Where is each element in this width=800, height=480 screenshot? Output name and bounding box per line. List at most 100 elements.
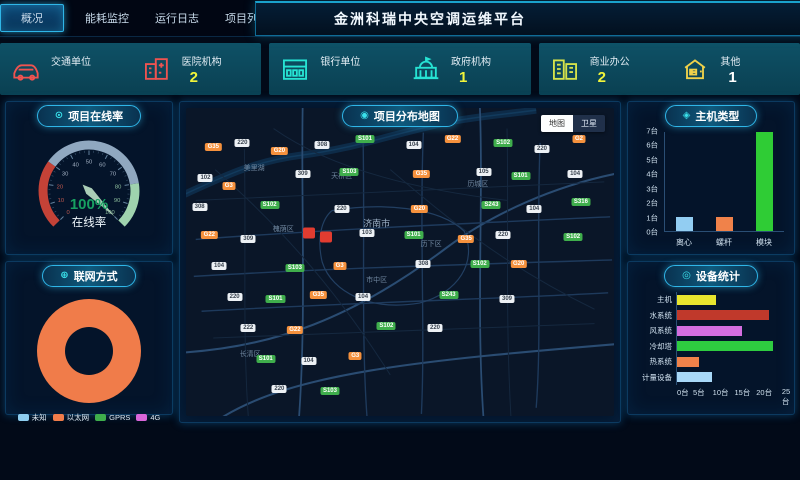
- stat-value: 2: [590, 69, 630, 86]
- nav-tab-1[interactable]: 能耗监控: [72, 0, 142, 36]
- map-marker[interactable]: G22: [444, 135, 460, 143]
- map-marker[interactable]: 104: [212, 262, 227, 270]
- stat-value: [320, 69, 360, 85]
- top-nav: 概况能耗监控运行日志项目列表视频监控 金洲科瑞中央空调运维平台: [0, 0, 800, 37]
- map-marker[interactable]: 104: [406, 141, 421, 149]
- bar-主机: [677, 295, 716, 305]
- map-marker[interactable]: G22: [287, 326, 303, 334]
- legend-label: 未知: [32, 412, 47, 423]
- svg-text:40: 40: [72, 163, 78, 169]
- map-marker[interactable]: 104: [301, 357, 316, 365]
- map-marker[interactable]: G35: [413, 170, 429, 178]
- map-marker[interactable]: G35: [205, 143, 221, 151]
- map-marker[interactable]: 104: [356, 293, 371, 301]
- map-marker[interactable]: G35: [458, 235, 474, 243]
- map-marker[interactable]: S103: [285, 264, 304, 272]
- map-marker[interactable]: 104: [527, 205, 542, 213]
- legend-item[interactable]: 未知: [18, 412, 47, 423]
- svg-text:20: 20: [57, 184, 63, 190]
- stat-item[interactable]: 医院机构2: [131, 43, 262, 95]
- map-marker[interactable]: 105: [476, 168, 491, 176]
- map-marker[interactable]: G20: [511, 260, 527, 268]
- stat-item[interactable]: 银行单位: [269, 43, 400, 95]
- map-marker[interactable]: S103: [320, 387, 339, 395]
- bar-风系统: [677, 326, 742, 336]
- stats-card: 交通单位医院机构2: [0, 43, 261, 95]
- map-pin-red[interactable]: [303, 228, 315, 239]
- map-marker[interactable]: 309: [295, 170, 310, 178]
- map-marker[interactable]: S101: [266, 295, 285, 303]
- panel-online-rate-header: ⊙ 项目在线率: [37, 105, 141, 127]
- map-marker[interactable]: S102: [564, 233, 583, 241]
- map-marker[interactable]: G3: [333, 262, 346, 270]
- location-icon: ◉: [360, 111, 369, 121]
- stats-card: 银行单位政府机构1: [269, 43, 530, 95]
- map-pin-red[interactable]: [320, 232, 332, 243]
- map-marker[interactable]: G20: [411, 205, 427, 213]
- legend-item[interactable]: 4G: [136, 412, 160, 423]
- panel-device-stats: ◎ 设备统计 主机水系统风系统冷却塔热系统计量设备0台5台10台15台20台25…: [627, 261, 795, 415]
- map-marker[interactable]: S102: [494, 139, 513, 147]
- map-type-toggle: 地图卫星: [541, 115, 605, 132]
- stat-item[interactable]: 政府机构1: [400, 43, 531, 95]
- map-marker[interactable]: S101: [511, 172, 530, 180]
- map-marker[interactable]: S243: [439, 291, 458, 299]
- svg-text:30: 30: [62, 172, 68, 178]
- x-axis-label: 螺杆: [716, 237, 732, 248]
- map-marker[interactable]: 220: [227, 293, 242, 301]
- map-marker[interactable]: 220: [334, 205, 349, 213]
- map-marker[interactable]: 309: [241, 235, 256, 243]
- device-label: 主机: [634, 294, 676, 305]
- map-marker[interactable]: S101: [404, 231, 423, 239]
- nav-tab-0[interactable]: 概况: [0, 4, 64, 32]
- stat-item[interactable]: 交通单位: [0, 43, 131, 95]
- map-marker[interactable]: 220: [428, 324, 443, 332]
- map-marker[interactable]: S103: [340, 168, 359, 176]
- map-marker[interactable]: S102: [260, 201, 279, 209]
- stat-label: 医院机构: [182, 53, 222, 68]
- map-marker[interactable]: S101: [256, 355, 275, 363]
- map-marker[interactable]: 102: [198, 174, 213, 182]
- panel-online-rate: ⊙ 项目在线率 0102030405060708090100100%在线率: [5, 101, 173, 255]
- map-marker[interactable]: 308: [192, 203, 207, 211]
- map-marker[interactable]: 220: [235, 139, 250, 147]
- map-marker[interactable]: G20: [271, 147, 287, 155]
- map-marker[interactable]: S102: [377, 322, 396, 330]
- stat-label: 其他: [720, 53, 740, 68]
- map-marker[interactable]: S316: [571, 198, 590, 206]
- project-map[interactable]: 美里湖天桥区历城区槐荫区济南市历下区市中区长清区 G35220G20308S10…: [186, 108, 614, 416]
- legend-item[interactable]: GPRS: [95, 412, 130, 423]
- svg-text:70: 70: [110, 172, 116, 178]
- map-toggle-map[interactable]: 地图: [541, 115, 573, 132]
- map-marker[interactable]: S101: [355, 135, 374, 143]
- map-marker[interactable]: 103: [359, 229, 374, 237]
- map-marker[interactable]: 222: [241, 324, 256, 332]
- stat-item[interactable]: 其他1: [669, 43, 800, 95]
- map-marker[interactable]: S102: [470, 260, 489, 268]
- map-toggle-satellite[interactable]: 卫星: [573, 115, 605, 132]
- map-marker[interactable]: G3: [222, 182, 235, 190]
- map-marker[interactable]: G35: [310, 291, 326, 299]
- panel-network-header: ⊕ 联网方式: [42, 265, 135, 287]
- map-marker[interactable]: G2: [572, 135, 585, 143]
- map-marker[interactable]: 104: [568, 170, 583, 178]
- legend-item[interactable]: 以太网: [53, 412, 90, 423]
- stat-item[interactable]: 商业办公2: [539, 43, 670, 95]
- stat-label: 政府机构: [451, 53, 491, 68]
- bar-track: [676, 323, 786, 339]
- map-marker[interactable]: G22: [201, 231, 217, 239]
- map-marker[interactable]: 309: [499, 295, 514, 303]
- x-axis-label: 25台: [782, 387, 790, 407]
- map-marker[interactable]: 220: [535, 145, 550, 153]
- map-marker[interactable]: 308: [416, 260, 431, 268]
- map-marker[interactable]: 220: [272, 385, 287, 393]
- center-column: 美里湖天桥区历城区槐荫区济南市历下区市中区长清区 G35220G20308S10…: [179, 101, 621, 423]
- map-marker[interactable]: 220: [496, 231, 511, 239]
- nav-tab-2[interactable]: 运行日志: [142, 0, 212, 36]
- y-axis-label: 1台: [636, 212, 658, 223]
- map-marker[interactable]: G3: [349, 352, 362, 360]
- page-title: 金洲科瑞中央空调运维平台: [255, 1, 800, 36]
- map-marker[interactable]: 308: [315, 141, 330, 149]
- map-marker[interactable]: S243: [482, 201, 501, 209]
- bar-水系统: [677, 310, 769, 320]
